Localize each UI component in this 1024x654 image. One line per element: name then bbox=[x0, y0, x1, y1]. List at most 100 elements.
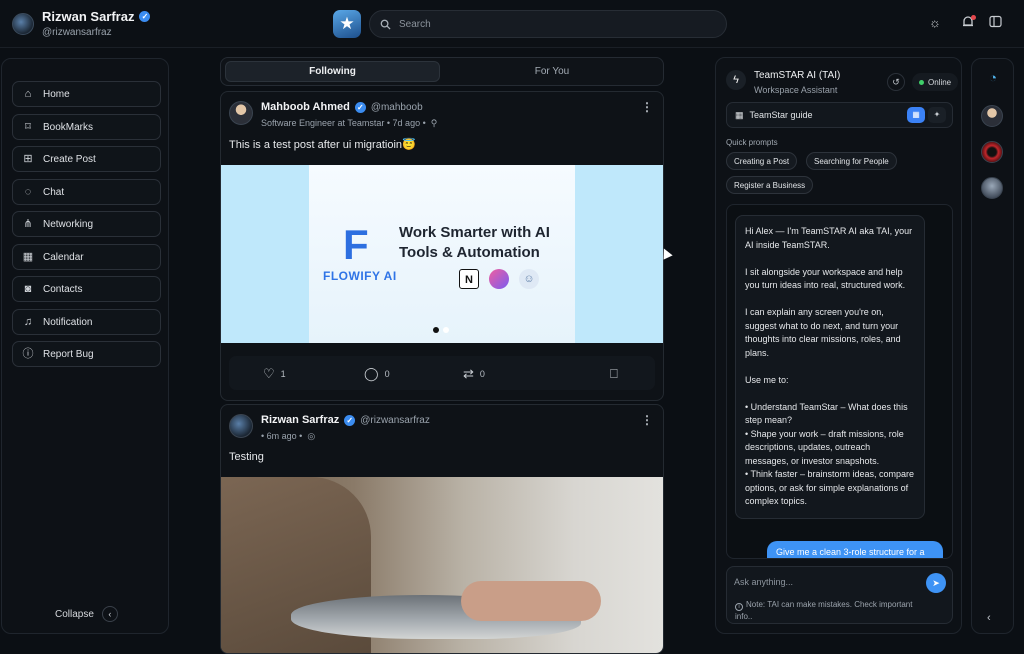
user-message: Give me a clean 3-role structure for a bbox=[767, 541, 943, 558]
ad-logos: N ☺ bbox=[459, 269, 539, 289]
collapse-label: Collapse bbox=[55, 608, 94, 620]
comment-button[interactable]: ◯ 0 bbox=[364, 366, 390, 382]
lightning-icon: ϟ bbox=[726, 70, 746, 90]
sidebar-item-notification[interactable]: ♫ Notification bbox=[12, 309, 161, 335]
avatar[interactable] bbox=[981, 177, 1003, 199]
contacts-icon: ◙ bbox=[24, 283, 32, 295]
panel-icon[interactable] bbox=[987, 15, 1003, 31]
sun-icon[interactable]: ☼ bbox=[927, 15, 943, 31]
chevron-left-icon[interactable]: ‹ bbox=[987, 612, 991, 624]
like-count: 1 bbox=[280, 369, 286, 379]
ai-subtitle: Workspace Assistant bbox=[754, 85, 838, 95]
top-bar: Rizwan Sarfraz ✓ @rizwansarfraz ★ ☼ bbox=[0, 0, 1024, 48]
sidebar-item-label: Contacts bbox=[43, 283, 83, 295]
sidebar-item-chat[interactable]: ◌ Chat bbox=[12, 179, 161, 205]
profile-header[interactable]: Rizwan Sarfraz ✓ @rizwansarfraz bbox=[12, 9, 151, 38]
sidebar-item-report-bug[interactable]: ⓘ Report Bug bbox=[12, 341, 161, 367]
heart-icon: ♡ bbox=[263, 366, 275, 381]
online-dot bbox=[919, 79, 924, 85]
post-card: Rizwan Sarfraz ✓ @rizwansarfraz • 6m ago… bbox=[220, 404, 664, 654]
repost-button[interactable]: ⇄ 0 bbox=[463, 366, 485, 382]
bookmark-icon: ⎕ bbox=[610, 366, 618, 381]
post-subtitle: • 6m ago • ◎ bbox=[261, 431, 315, 442]
carousel-dot[interactable] bbox=[433, 327, 439, 333]
left-sidebar: ⌂ Home ⌑ BookMarks ⊞ Create Post ◌ Chat ⋔ Net… bbox=[1, 58, 169, 634]
post-image[interactable] bbox=[221, 477, 663, 653]
post-card: Mahboob Ahmed ✓ @mahboob Software Engine… bbox=[220, 91, 664, 401]
grid-view-icon[interactable]: ▦ bbox=[907, 107, 925, 123]
carousel-dot[interactable] bbox=[443, 327, 449, 333]
post-author[interactable]: Rizwan Sarfraz bbox=[261, 414, 339, 426]
history-icon[interactable]: ↺ bbox=[887, 73, 905, 91]
chat-input[interactable] bbox=[734, 574, 914, 590]
ad-banner: F FLOWIFY AI Work Smarter with AI Tools … bbox=[309, 165, 575, 343]
ad-brand: FLOWIFY AI bbox=[323, 269, 397, 283]
bell-icon[interactable] bbox=[960, 15, 976, 31]
ai-assistant-panel: ϟ TeamSTAR AI (TAI) Workspace Assistant … bbox=[715, 57, 962, 634]
carousel-dots[interactable] bbox=[433, 327, 449, 333]
notification-dot bbox=[971, 15, 976, 20]
repost-count: 0 bbox=[479, 369, 485, 379]
chat-messages[interactable]: Hi Alex — I'm TeamSTAR AI aka TAI, your … bbox=[726, 204, 953, 559]
quick-prompt-chip[interactable]: Creating a Post bbox=[726, 152, 798, 170]
info-icon: i bbox=[735, 603, 743, 611]
grid-icon: ▦ bbox=[735, 109, 744, 120]
plus-square-icon: ⊞ bbox=[23, 153, 33, 165]
quick-prompt-chip[interactable]: Searching for People bbox=[806, 152, 897, 170]
avatar[interactable] bbox=[12, 12, 34, 35]
post-subtitle: Software Engineer at Teamstar • 7d ago •… bbox=[261, 118, 437, 129]
comment-count: 0 bbox=[384, 369, 390, 379]
teamstar-logo-icon[interactable]: ★ bbox=[333, 10, 361, 38]
disclaimer-note: i Note: TAI can make mistakes. Check impo… bbox=[735, 599, 931, 622]
post-image[interactable]: F FLOWIFY AI Work Smarter with AI Tools … bbox=[221, 165, 663, 343]
post-text: Testing bbox=[229, 451, 264, 463]
avatar[interactable] bbox=[981, 105, 1003, 127]
sidebar-item-label: Create Post bbox=[43, 153, 96, 165]
chat-bubble-icon[interactable]: ◔ bbox=[983, 68, 1003, 88]
profile-name-row: Rizwan Sarfraz ✓ bbox=[42, 9, 151, 24]
avatar[interactable] bbox=[229, 101, 253, 125]
sidebar-item-contacts[interactable]: ◙ Contacts bbox=[12, 276, 161, 302]
search-bar[interactable] bbox=[369, 10, 727, 38]
chat-icon: ◌ bbox=[24, 186, 32, 198]
profile-handle: @rizwansarfraz bbox=[42, 27, 112, 38]
guide-bar[interactable]: ▦ TeamStar guide ▦ ✦ bbox=[726, 102, 953, 128]
ai-title: TeamSTAR AI (TAI) bbox=[754, 70, 841, 81]
app-logo-icon bbox=[489, 269, 509, 289]
tab-for-you[interactable]: For You bbox=[443, 61, 661, 82]
avatar[interactable] bbox=[229, 414, 253, 438]
send-button[interactable]: ➤ bbox=[926, 573, 946, 593]
post-meta: • 6m ago • bbox=[261, 431, 303, 441]
post-actions: ♡ 1 ◯ 0 ⇄ 0 ⎕ bbox=[229, 356, 655, 390]
post-author-row: Rizwan Sarfraz ✓ @rizwansarfraz bbox=[261, 414, 430, 426]
status-text: Online bbox=[928, 77, 952, 87]
collapse-button[interactable]: Collapse ‹ bbox=[55, 606, 118, 622]
sidebar-item-networking[interactable]: ⋔ Networking bbox=[12, 211, 161, 237]
more-options-icon[interactable]: ⋮ bbox=[641, 100, 653, 114]
bookmark-button[interactable]: ⎕ bbox=[610, 366, 618, 382]
sidebar-item-label: Calendar bbox=[43, 251, 84, 263]
home-icon: ⌂ bbox=[24, 88, 32, 100]
sidebar-item-bookmarks[interactable]: ⌑ BookMarks bbox=[12, 114, 161, 140]
robot-icon: ☺ bbox=[519, 269, 539, 289]
search-icon bbox=[380, 19, 391, 30]
tab-following[interactable]: Following bbox=[225, 61, 440, 82]
sparkle-icon[interactable]: ✦ bbox=[928, 107, 946, 123]
quick-prompt-chip[interactable]: Register a Business bbox=[726, 176, 814, 194]
more-options-icon[interactable]: ⋮ bbox=[641, 413, 653, 427]
post-text: This is a test post after ui migratioin😇 bbox=[229, 139, 416, 151]
avatar[interactable] bbox=[981, 141, 1003, 163]
comment-icon: ◯ bbox=[364, 366, 379, 381]
like-button[interactable]: ♡ 1 bbox=[263, 366, 286, 382]
sidebar-item-calendar[interactable]: ▦ Calendar bbox=[12, 244, 161, 270]
sidebar-item-create-post[interactable]: ⊞ Create Post bbox=[12, 146, 161, 172]
alert-icon: ⓘ bbox=[22, 348, 34, 360]
sidebar-item-home[interactable]: ⌂ Home bbox=[12, 81, 161, 107]
sidebar-item-label: Report Bug bbox=[43, 348, 94, 360]
sidebar-item-label: Chat bbox=[43, 186, 65, 198]
search-input[interactable] bbox=[399, 18, 699, 30]
photo-hand bbox=[461, 581, 601, 621]
ad-headline: Work Smarter with AI Tools & Automation bbox=[399, 224, 550, 261]
right-rail: ◔ ‹ bbox=[971, 58, 1014, 634]
post-author[interactable]: Mahboob Ahmed bbox=[261, 101, 350, 113]
